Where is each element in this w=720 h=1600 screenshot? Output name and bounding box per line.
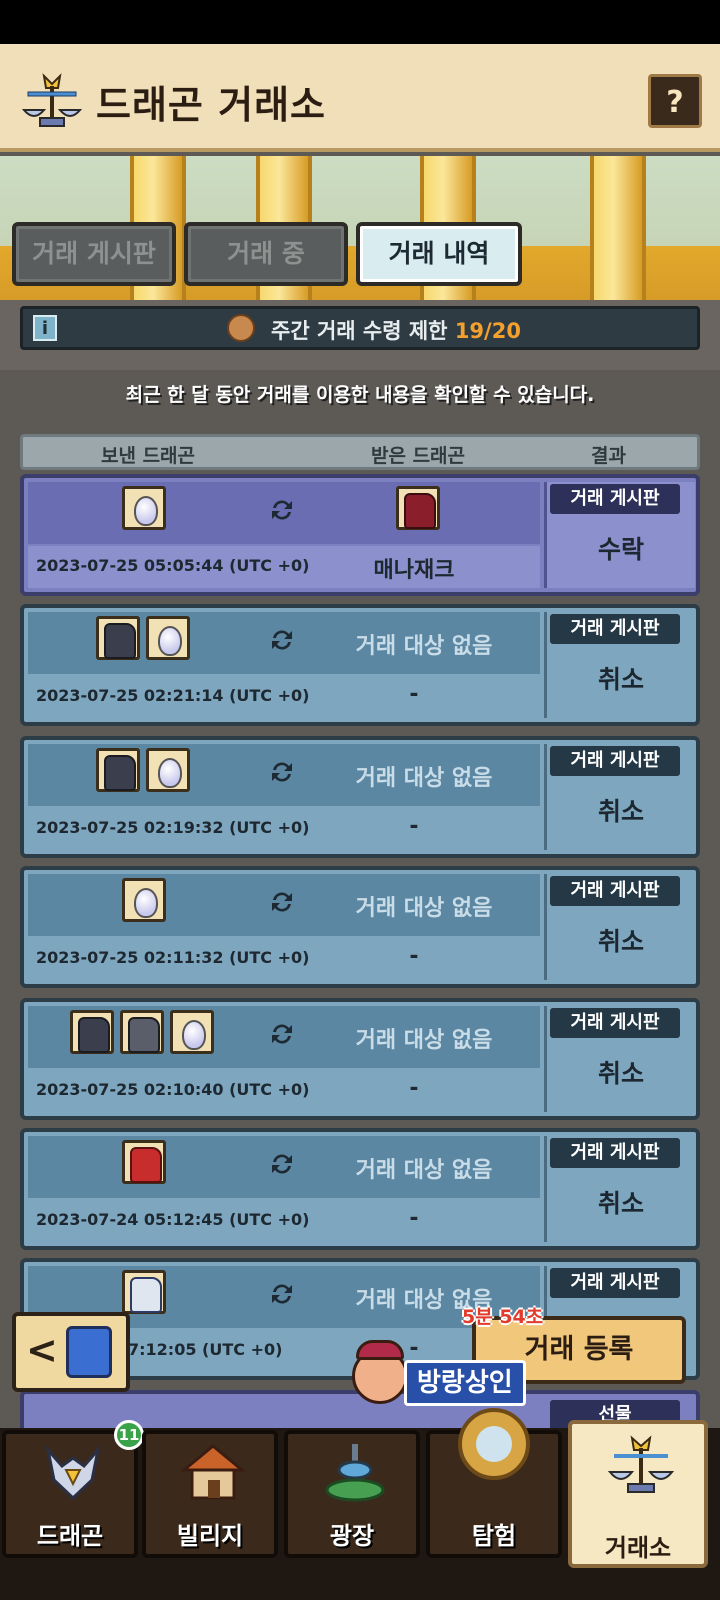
notification-badge: 11: [114, 1420, 144, 1450]
trade-date: 2023-07-25 02:10:40 (UTC +0): [36, 1080, 310, 1099]
trade-date: 7:12:05 (UTC +0): [128, 1340, 283, 1359]
dragon-slot: [70, 1010, 114, 1054]
no-target-text: 거래 대상 없음: [355, 634, 493, 659]
cat-face-icon: [227, 314, 255, 342]
tab-bar: 거래 게시판 거래 중 거래 내역: [0, 222, 720, 290]
swap-icon: [272, 630, 292, 650]
egg-slot: [122, 486, 166, 530]
house-icon: [180, 1444, 246, 1500]
no-target-text: 거래 대상 없음: [355, 1028, 493, 1053]
help-button[interactable]: ?: [648, 74, 702, 128]
limit-text: 주간 거래 수령 제한: [271, 319, 448, 343]
dragon-slot: [120, 1010, 164, 1054]
swap-icon: [272, 1284, 292, 1304]
no-target-text: 거래 대상 없음: [355, 766, 493, 791]
nav-label: 탐험: [471, 1522, 517, 1550]
result-text: 취소: [597, 1059, 644, 1088]
no-target-text: 거래 대상 없음: [355, 1158, 493, 1183]
weekly-limit-bar: i 주간 거래 수령 제한 19/20: [20, 306, 700, 350]
board-badge: 거래 게시판: [550, 1138, 680, 1168]
no-target-text: 거래 대상 없음: [355, 896, 493, 921]
tab-trading[interactable]: 거래 중: [184, 222, 348, 286]
swap-icon: [272, 762, 292, 782]
fountain-icon: [325, 1444, 385, 1502]
merchant-timer: 5분 54초: [462, 1306, 544, 1328]
board-badge: 거래 게시판: [550, 1008, 680, 1038]
nav-dragon[interactable]: 11 드래곤: [2, 1420, 144, 1558]
trade-row[interactable]: 거래 대상 없음 2023-07-24 05:12:45 (UTC +0) - …: [20, 1128, 700, 1250]
limit-count: 19/20: [454, 319, 521, 343]
board-badge: 거래 게시판: [550, 614, 680, 644]
board-badge: 거래 게시판: [550, 876, 680, 906]
board-badge: 거래 게시판: [550, 746, 680, 776]
trade-date: 2023-07-25 02:11:32 (UTC +0): [36, 948, 310, 967]
egg-slot: [146, 616, 190, 660]
received-dragon-name: 매나재크: [373, 558, 455, 583]
chest-icon: [66, 1326, 112, 1378]
status-bar: [0, 0, 720, 44]
dragon-slot: [96, 748, 140, 792]
result-text: 취소: [597, 927, 644, 956]
scale-logo-icon: [22, 73, 82, 127]
nav-village[interactable]: 빌리지: [142, 1430, 278, 1558]
col-sent: 보낸 드래곤: [101, 445, 196, 467]
trade-row[interactable]: 2023-07-25 05:05:44 (UTC +0) 매나재크 거래 게시판…: [20, 474, 700, 596]
board-badge: 거래 게시판: [550, 1268, 680, 1298]
nav-exchange[interactable]: 거래소: [568, 1420, 708, 1568]
result-text: 취소: [597, 1189, 644, 1218]
result-text: 수락: [597, 535, 644, 564]
nav-label: 드래곤: [36, 1522, 104, 1550]
egg-slot: [122, 878, 166, 922]
notice-text: 최근 한 달 동안 거래를 이용한 내용을 확인할 수 있습니다.: [125, 384, 595, 406]
egg-slot: [170, 1010, 214, 1054]
nav-label: 빌리지: [176, 1522, 244, 1550]
trade-row[interactable]: 거래 대상 없음 2023-07-25 02:19:32 (UTC +0) - …: [20, 736, 700, 858]
trade-date: 2023-07-24 05:12:45 (UTC +0): [36, 1210, 310, 1229]
col-result: 결과: [591, 445, 626, 467]
swap-icon: [272, 1024, 292, 1044]
swap-icon: [272, 1154, 292, 1174]
header: 드래곤 거래소 ?: [0, 44, 720, 152]
trade-row[interactable]: 거래 대상 없음 2023-07-25 02:11:32 (UTC +0) - …: [20, 866, 700, 988]
merchant-hat-icon: [356, 1340, 404, 1360]
received-dragon-name: -: [409, 814, 419, 839]
trade-row[interactable]: 거래 대상 없음 2023-07-25 02:10:40 (UTC +0) - …: [20, 998, 700, 1120]
col-received: 받은 드래곤: [371, 445, 466, 467]
info-icon[interactable]: i: [33, 315, 57, 341]
egg-slot: [146, 748, 190, 792]
wandering-merchant-label[interactable]: 방랑상인: [404, 1360, 526, 1406]
dragon-slot: [96, 616, 140, 660]
dragon-slot: [396, 486, 440, 530]
column-header: 보낸 드래곤 받은 드래곤 결과: [20, 434, 700, 470]
back-button[interactable]: <: [12, 1312, 130, 1392]
result-text: 취소: [597, 665, 644, 694]
tab-trade-board[interactable]: 거래 게시판: [12, 222, 176, 286]
dragon-slot: [122, 1140, 166, 1184]
board-badge: 거래 게시판: [550, 484, 680, 514]
swap-icon: [272, 892, 292, 912]
trade-row[interactable]: 거래 대상 없음 2023-07-25 02:21:14 (UTC +0) - …: [20, 604, 700, 726]
chevron-left-icon: <: [26, 1328, 58, 1372]
trade-date: 2023-07-25 02:21:14 (UTC +0): [36, 686, 310, 705]
trade-date: 2023-07-25 02:19:32 (UTC +0): [36, 818, 310, 837]
result-text: 취소: [597, 797, 644, 826]
dragon-icon: [45, 1444, 101, 1501]
received-dragon-name: -: [409, 944, 419, 969]
page-title: 드래곤 거래소: [96, 83, 326, 127]
trade-date: 2023-07-25 05:05:44 (UTC +0): [36, 556, 310, 575]
nav-plaza[interactable]: 광장: [284, 1430, 420, 1558]
nav-label: 광장: [329, 1522, 375, 1550]
dragon-slot: [122, 1270, 166, 1314]
bottom-nav: 11 드래곤 빌리지 광장 탐험 거래소: [0, 1420, 720, 1600]
tab-trade-history[interactable]: 거래 내역: [356, 222, 522, 286]
scale-icon: [608, 1435, 674, 1493]
swap-icon: [272, 500, 292, 520]
received-dragon-name: -: [409, 1076, 419, 1101]
nav-label: 거래소: [604, 1534, 672, 1562]
received-dragon-name: -: [409, 682, 419, 707]
received-dragon-name: -: [409, 1206, 419, 1231]
compass-icon[interactable]: [458, 1408, 530, 1480]
